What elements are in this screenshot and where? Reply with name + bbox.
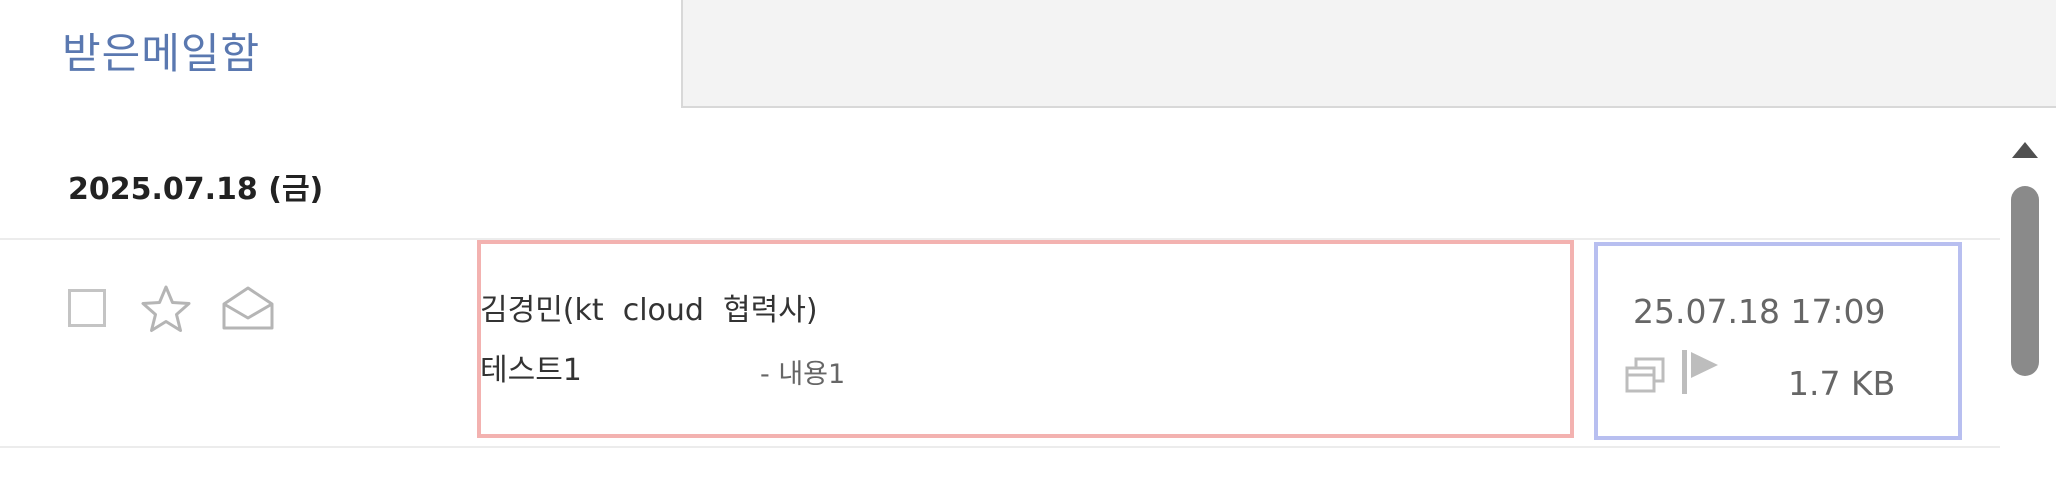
email-size: 1.7 KB <box>1788 364 1896 403</box>
email-meta-area <box>1594 242 1962 440</box>
select-checkbox[interactable] <box>68 289 106 327</box>
scrollbar-thumb[interactable] <box>2011 186 2039 376</box>
email-datetime: 25.07.18 17:09 <box>1633 292 1886 331</box>
mail-list-panel: 받은메일함 2025.07.18 (금) 김경민(kt cloud 협력사) 테… <box>0 0 2056 486</box>
tab-inbox-label: 받은메일함 <box>62 29 261 78</box>
tab-inbox[interactable]: 받은메일함 <box>0 0 683 108</box>
star-icon[interactable] <box>138 284 194 334</box>
copy-icon[interactable] <box>1624 356 1666 394</box>
email-subject[interactable]: 테스트1 <box>480 345 582 389</box>
sender-subject-area[interactable] <box>477 240 1574 438</box>
email-sender[interactable]: 김경민(kt cloud 협력사) <box>480 285 818 329</box>
email-preview[interactable]: - 내용1 <box>760 352 845 391</box>
envelope-open-icon[interactable] <box>220 284 276 332</box>
triangle-up-icon[interactable] <box>2008 136 2042 166</box>
flag-icon[interactable] <box>1678 348 1726 396</box>
row-divider <box>0 446 2000 448</box>
tab-bar-empty-area <box>683 0 2056 108</box>
date-group-header: 2025.07.18 (금) <box>68 172 324 207</box>
